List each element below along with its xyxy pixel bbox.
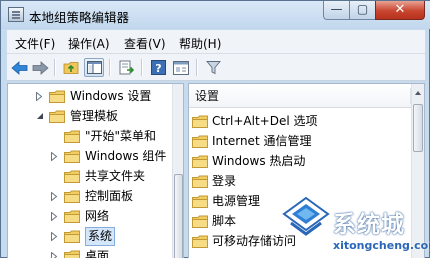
tree-item-label: "开始"菜单和 bbox=[85, 128, 157, 143]
settings-list-item-label: Internet 通信管理 bbox=[212, 133, 312, 148]
maximize-button[interactable]: ▢ bbox=[349, 1, 376, 20]
folder-icon bbox=[64, 250, 85, 258]
tree-item-windows-settings[interactable]: Windows 设置 bbox=[34, 86, 151, 106]
folder-icon bbox=[64, 130, 85, 143]
settings-list-item[interactable]: 登录 bbox=[192, 171, 236, 191]
tree-item-label: 共享文件夹 bbox=[85, 168, 146, 183]
menu-file[interactable]: 文件(F) bbox=[15, 35, 55, 52]
expand-arrow-icon[interactable] bbox=[49, 231, 59, 241]
back-icon[interactable] bbox=[9, 58, 29, 77]
minimize-button[interactable]: — bbox=[323, 1, 350, 20]
toolbar: ? bbox=[7, 54, 425, 81]
folder-icon bbox=[192, 195, 212, 208]
properties-icon[interactable] bbox=[171, 58, 191, 77]
folder-icon bbox=[192, 235, 212, 248]
tree-item-label: 系统 bbox=[85, 226, 116, 246]
expand-arrow-icon[interactable] bbox=[34, 91, 44, 101]
folder-icon bbox=[192, 115, 212, 128]
folder-icon bbox=[192, 155, 212, 168]
expand-arrow-icon[interactable] bbox=[49, 251, 59, 258]
folder-icon bbox=[64, 210, 85, 223]
app-icon bbox=[8, 7, 24, 22]
tree-item-network[interactable]: 网络 bbox=[49, 206, 109, 226]
collapse-arrow-icon[interactable] bbox=[34, 111, 44, 121]
menu-view[interactable]: 查看(V) bbox=[124, 35, 166, 52]
menu-bar: 文件(F) 操作(A) 查看(V) 帮助(H) bbox=[7, 30, 425, 54]
settings-list-item-label: 登录 bbox=[212, 173, 237, 188]
folder-icon bbox=[64, 190, 85, 203]
menu-action[interactable]: 操作(A) bbox=[68, 35, 110, 52]
settings-list-item[interactable]: Internet 通信管理 bbox=[192, 131, 311, 151]
tree-item-label: Windows 组件 bbox=[85, 148, 167, 163]
tree-item-label: Windows 设置 bbox=[70, 88, 152, 103]
tree-item-shared-folders[interactable]: 共享文件夹 bbox=[49, 166, 145, 186]
menu-help[interactable]: 帮助(H) bbox=[179, 35, 221, 52]
watermark-url: xitongcheng.com bbox=[333, 239, 430, 252]
settings-list-item-label: Ctrl+Alt+Del 选项 bbox=[212, 113, 318, 128]
tree-item-label: 管理模板 bbox=[70, 108, 119, 123]
folder-icon bbox=[64, 150, 85, 163]
tree-item-label: 桌面 bbox=[85, 248, 110, 258]
settings-list-item-label: 脚本 bbox=[212, 213, 237, 228]
column-header-setting[interactable]: 设置 bbox=[189, 84, 411, 108]
folder-icon bbox=[192, 175, 212, 188]
forward-icon[interactable] bbox=[30, 58, 50, 77]
export-list-icon[interactable] bbox=[116, 58, 136, 77]
tree-item-admin-templates[interactable]: 管理模板 bbox=[34, 106, 118, 126]
watermark-name: 系统城 bbox=[333, 212, 405, 238]
settings-list-item[interactable]: 电源管理 bbox=[192, 191, 260, 211]
help-icon[interactable]: ? bbox=[148, 58, 168, 77]
folder-icon bbox=[49, 110, 70, 123]
folder-icon bbox=[192, 135, 212, 148]
tree-item-windows-components[interactable]: Windows 组件 bbox=[49, 146, 166, 166]
tree-scrollbar-thumb[interactable] bbox=[174, 174, 183, 258]
svg-text:?: ? bbox=[155, 62, 161, 75]
tree-pane[interactable]: Windows 设置 管理模板 "开始"菜单和 Windows 组件 共享文件夹控制面板… bbox=[7, 83, 184, 258]
tree-item-label: 网络 bbox=[85, 208, 110, 223]
tree-item-system[interactable]: 系统 bbox=[49, 226, 116, 246]
window-title: 本地组策略编辑器 bbox=[29, 10, 130, 25]
group-policy-editor-window: 本地组策略编辑器 — ▢ ✕ 文件(F) 操作(A) 查看(V) 帮助(H) ? bbox=[0, 0, 430, 258]
folder-icon bbox=[64, 230, 85, 243]
folder-icon bbox=[64, 170, 85, 183]
settings-list-item[interactable]: Windows 热启动 bbox=[192, 151, 305, 171]
scroll-up-icon[interactable] bbox=[415, 91, 421, 95]
tree-scrollbar[interactable] bbox=[172, 84, 183, 258]
site-watermark: 系统城 xitongcheng.com bbox=[277, 193, 430, 258]
tree-item-control-panel[interactable]: 控制面板 bbox=[49, 186, 133, 206]
settings-list-item[interactable]: 脚本 bbox=[192, 211, 236, 231]
settings-list-item[interactable]: Ctrl+Alt+Del 选项 bbox=[192, 111, 317, 131]
watermark-logo-icon bbox=[282, 196, 330, 236]
title-bar[interactable]: 本地组策略编辑器 — ▢ ✕ bbox=[1, 1, 430, 29]
folder-icon bbox=[192, 215, 212, 228]
up-folder-icon[interactable] bbox=[61, 58, 81, 77]
expand-arrow-icon[interactable] bbox=[49, 151, 59, 161]
tree-item-start-menu[interactable]: "开始"菜单和 bbox=[49, 126, 156, 146]
expand-arrow-icon[interactable] bbox=[49, 211, 59, 221]
settings-list-item-label: 电源管理 bbox=[212, 193, 261, 208]
filter-icon[interactable] bbox=[203, 58, 223, 77]
show-hide-tree-icon[interactable] bbox=[84, 58, 104, 77]
settings-list-item-label: Windows 热启动 bbox=[212, 153, 306, 168]
tree-item-desktop[interactable]: 桌面 bbox=[49, 246, 109, 258]
list-scrollbar-thumb[interactable] bbox=[413, 104, 423, 152]
expand-arrow-icon[interactable] bbox=[49, 191, 59, 201]
close-button[interactable]: ✕ bbox=[375, 1, 425, 20]
folder-icon bbox=[49, 90, 70, 103]
tree-item-label: 控制面板 bbox=[85, 188, 134, 203]
